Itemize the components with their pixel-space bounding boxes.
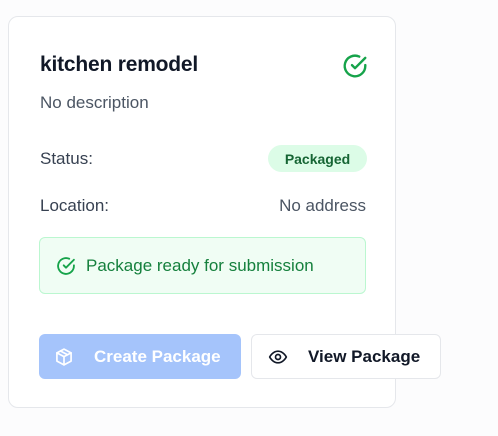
- status-badge: Packaged: [268, 145, 367, 172]
- status-label: Status:: [40, 149, 93, 168]
- project-title: kitchen remodel: [40, 53, 199, 76]
- notice-text: Package ready for submission: [86, 255, 314, 275]
- create-package-label: Create Package: [94, 346, 221, 366]
- project-description: No description: [40, 93, 149, 112]
- location-label: Location:: [40, 196, 109, 215]
- location-value: No address: [279, 196, 366, 215]
- view-package-label: View Package: [308, 346, 421, 366]
- package-icon: [56, 347, 72, 366]
- ready-notice: Package ready for submission: [39, 237, 366, 294]
- view-package-button[interactable]: View Package: [251, 334, 441, 379]
- check-circle-icon: [343, 54, 367, 78]
- create-package-button[interactable]: Create Package: [39, 334, 241, 379]
- eye-icon: [268, 349, 288, 364]
- check-circle-icon: [57, 256, 75, 275]
